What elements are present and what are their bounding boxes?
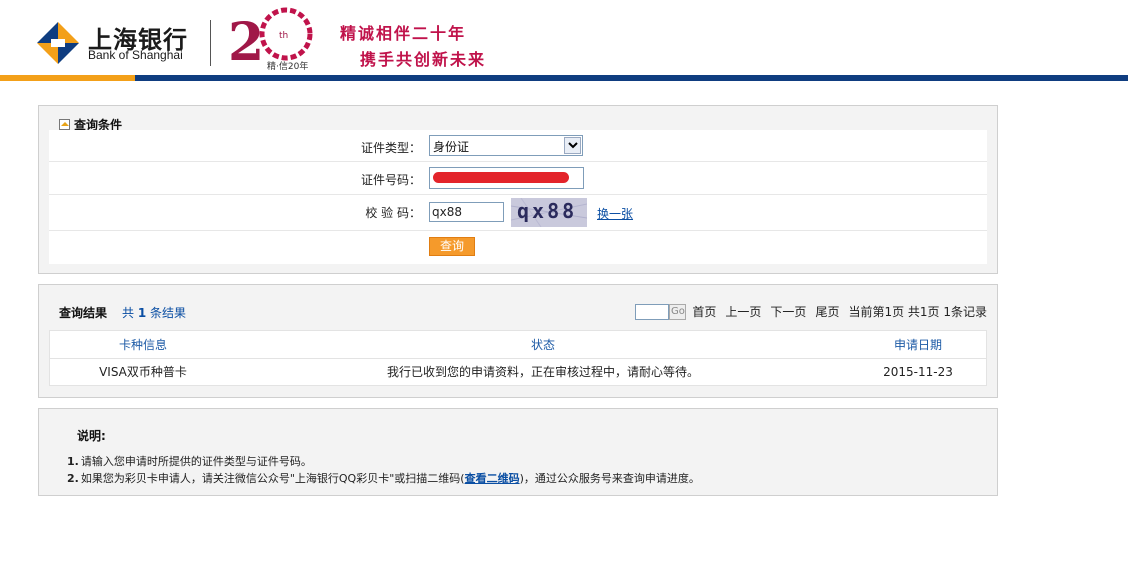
id-type-label: 证件类型： [360,141,421,155]
chevron-down-icon[interactable] [564,137,581,154]
prev-page-link[interactable]: 上一页 [725,303,761,320]
column-header-card: 卡种信息 [118,338,167,352]
go-button[interactable]: Go [669,303,687,320]
cell-date: 2015-11-23 [883,365,953,379]
id-number-label: 证件号码： [360,173,421,187]
results-count-prefix: 共 [122,306,135,320]
note-2-number: 2. [67,472,79,485]
id-type-select[interactable]: 身份证 [429,135,583,156]
captcha-input[interactable]: qx88 [429,202,504,222]
notes-title: 说明: [77,429,106,443]
slogan-line-1: 精诚相伴二十年 [340,24,467,43]
id-number-row: 证件号码： [49,162,987,195]
page-status: 当前第1页 共1页 1条记录 [848,305,987,319]
svg-text:2: 2 [228,12,264,70]
note-1-number: 1. [67,455,79,468]
results-count-suffix: 条结果 [150,306,187,320]
results-count-number: 1 [137,306,147,320]
slogan-line-2: 携手共创新未来 [360,50,487,69]
cell-status: 我行已收到您的申请资料，正在审核过程中，请耐心等待。 [386,365,699,379]
page-number-input[interactable] [635,303,670,320]
last-page-link[interactable]: 尾页 [815,303,839,320]
id-type-row: 证件类型： 身份证 [49,130,987,162]
id-type-value: 身份证 [433,140,470,154]
note-line-1: 1. 请输入您申请时所提供的证件类型与证件号码。 [67,453,312,469]
table-header: 卡种信息 状态 申请日期 [50,331,986,359]
query-button[interactable]: 查询 [429,237,475,256]
captcha-label: 校 验 码： [365,206,421,220]
anniversary-sup: th [279,31,288,41]
note-2-text-after: )，通过公众服务号来查询申请进度。 [519,472,700,485]
page-header: 上海银行 Bank of Shanghai 2 th 精·信20年 精诚相伴二十… [0,0,1128,82]
redaction-mark [433,172,569,183]
bank-logo-icon [37,22,79,64]
brand-divider [210,20,211,66]
results-count: 共 1 条结果 [122,304,186,321]
captcha-image: qx88 [511,198,587,227]
results-table: 卡种信息 状态 申请日期 VISA双币种普卡 我行已收到您的申请资料，正在审核过… [49,330,987,386]
collapse-icon[interactable] [59,119,70,130]
note-line-2: 2. 如果您为彩贝卡申请人，请关注微信公众号"上海银行QQ彩贝卡"或扫描二维码(查… [67,470,700,486]
anniversary-caption: 精·信20年 [267,62,309,72]
results-title: 查询结果 [59,306,108,320]
submit-row: 查询 [49,231,987,264]
notes-panel: 说明: 1. 请输入您申请时所提供的证件类型与证件号码。 2. 如果您为彩贝卡申请人… [38,408,998,496]
pagination: Go 首页 上一页 下一页 尾页 当前第1页 共1页 1条记录 [635,303,987,320]
id-number-input[interactable] [429,167,584,189]
captcha-image-text: qx88 [517,199,578,223]
cell-card: VISA双币种普卡 [99,365,187,379]
note-2-text-before: 如果您为彩贝卡申请人，请关注微信公众号"上海银行QQ彩贝卡"或扫描二维码( [80,472,465,485]
view-qrcode-link[interactable]: 查看二维码 [465,472,520,485]
first-page-link[interactable]: 首页 [692,303,716,320]
header-bar-blue [120,75,1128,81]
column-header-date: 申请日期 [893,338,942,352]
results-panel: 查询结果 共 1 条结果 Go 首页 上一页 下一页 尾页 当前第1页 共1页 … [38,284,998,398]
header-bar-gold [0,75,135,81]
table-row: VISA双币种普卡 我行已收到您的申请资料，正在审核过程中，请耐心等待。 201… [50,359,986,385]
captcha-row: 校 验 码： qx88 qx88 换一张 [49,195,987,231]
refresh-captcha-link[interactable]: 换一张 [597,205,633,222]
next-page-link[interactable]: 下一页 [770,303,806,320]
query-form: 证件类型： 身份证 证件号码： 校 验 码： qx88 qx88 换一张 查询 [49,130,987,264]
note-1-text: 请输入您申请时所提供的证件类型与证件号码。 [80,455,312,468]
brand-name-en: Bank of Shanghai [88,48,183,62]
column-header-status: 状态 [530,338,555,352]
query-panel: 查询条件 证件类型： 身份证 证件号码： 校 验 码： qx88 qx88 换一… [38,105,998,274]
